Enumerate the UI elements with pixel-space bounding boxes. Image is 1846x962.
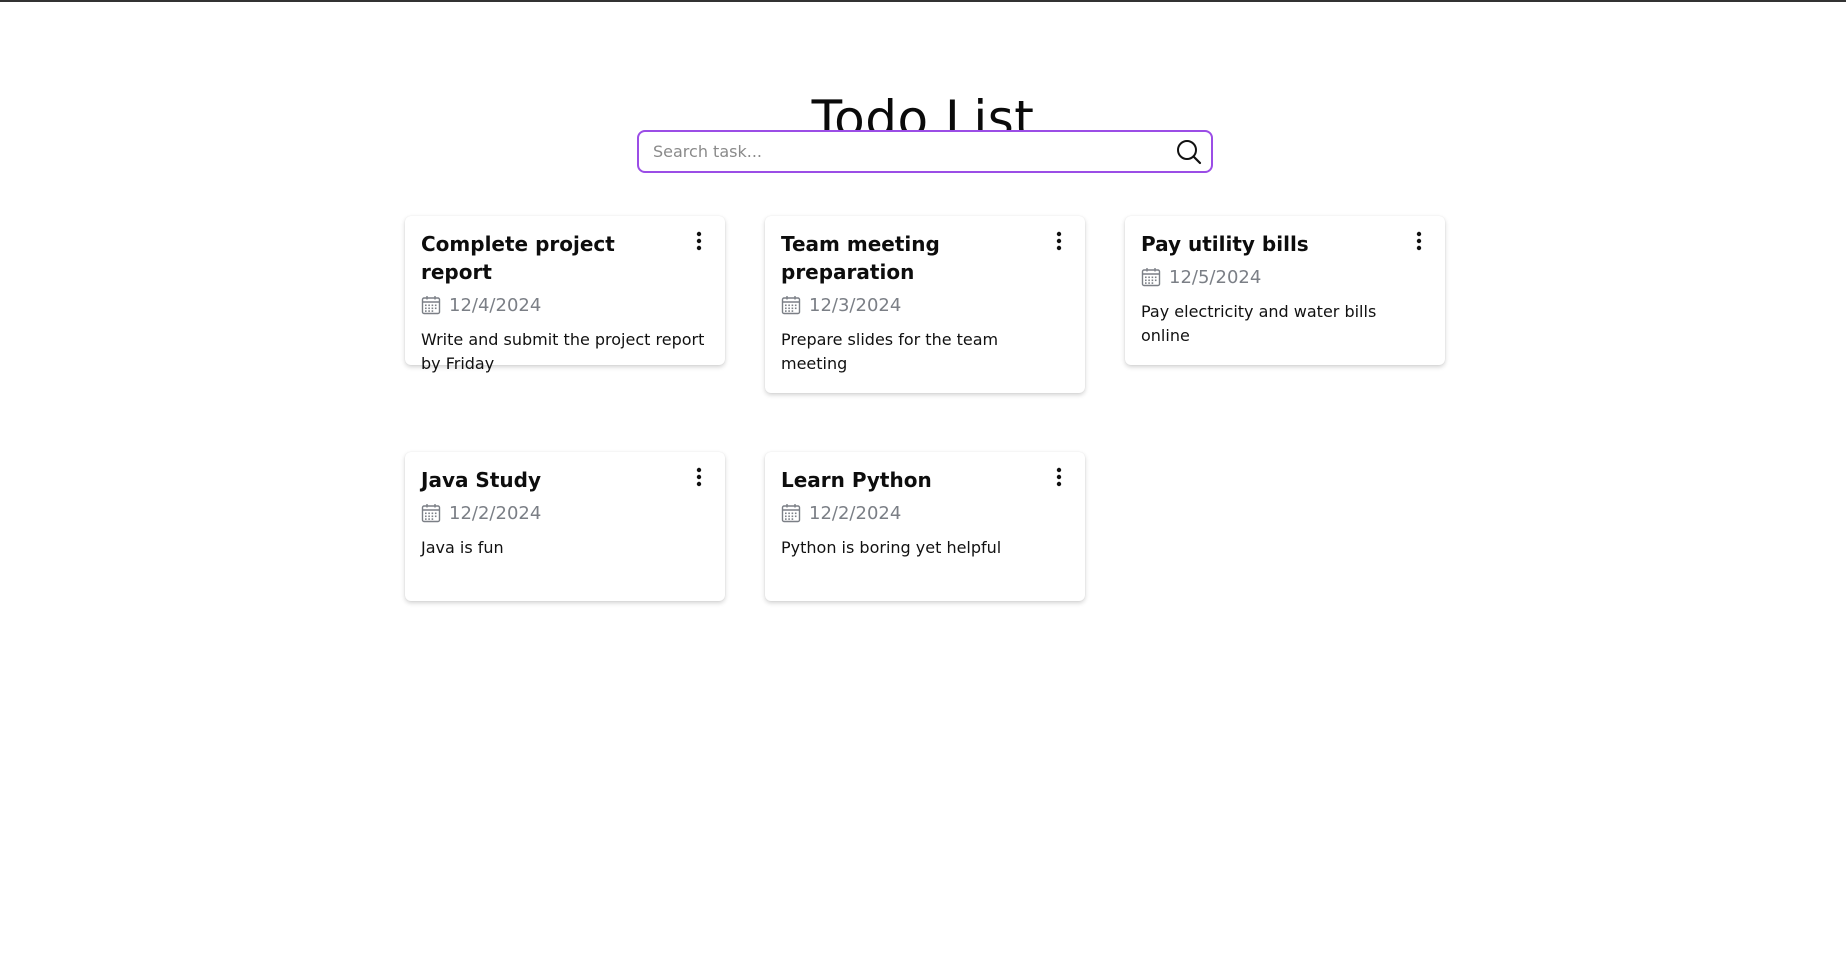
task-description: Write and submit the project report by F… <box>421 330 705 373</box>
calendar-icon <box>1141 268 1161 287</box>
task-title: Learn Python <box>781 468 932 492</box>
top-border <box>0 0 1846 2</box>
task-date-row: 12/4/2024 <box>421 294 709 316</box>
more-vertical-icon[interactable] <box>1051 466 1067 490</box>
search-input[interactable] <box>653 132 1153 171</box>
task-card[interactable]: Team meeting preparation 12/3/2024 Prepa… <box>765 216 1085 393</box>
calendar-icon <box>421 296 441 315</box>
task-description: Python is boring yet helpful <box>781 538 1002 557</box>
task-description: Prepare slides for the team meeting <box>781 330 999 373</box>
task-date-row: 12/5/2024 <box>1141 266 1429 288</box>
task-card[interactable]: Learn Python 12/2/2024 Python is boring … <box>765 452 1085 601</box>
task-card[interactable]: Java Study 12/2/2024 Java is fun <box>405 452 725 601</box>
task-card[interactable]: Complete project report 12/4/2024 Write … <box>405 216 725 373</box>
task-date: 12/2/2024 <box>449 502 542 524</box>
task-title: Pay utility bills <box>1141 232 1309 256</box>
task-date: 12/2/2024 <box>809 502 902 524</box>
task-date: 12/3/2024 <box>809 294 902 316</box>
more-vertical-icon[interactable] <box>691 230 707 254</box>
task-title: Team meeting preparation <box>781 232 940 284</box>
task-date-row: 12/2/2024 <box>781 502 1069 524</box>
more-vertical-icon[interactable] <box>1051 230 1067 254</box>
more-vertical-icon[interactable] <box>691 466 707 490</box>
search-icon[interactable] <box>1175 138 1203 166</box>
task-card[interactable]: Pay utility bills 12/5/2024 Pay electric… <box>1125 216 1445 365</box>
calendar-icon <box>421 504 441 523</box>
calendar-icon <box>781 296 801 315</box>
task-date-row: 12/2/2024 <box>421 502 709 524</box>
task-title: Complete project report <box>421 232 615 284</box>
task-description: Java is fun <box>421 538 504 557</box>
more-vertical-icon[interactable] <box>1411 230 1427 254</box>
search-box <box>637 130 1213 173</box>
calendar-icon <box>781 504 801 523</box>
task-date-row: 12/3/2024 <box>781 294 1069 316</box>
task-date: 12/4/2024 <box>449 294 542 316</box>
task-title: Java Study <box>421 468 541 492</box>
task-description: Pay electricity and water bills online <box>1141 302 1377 345</box>
task-date: 12/5/2024 <box>1169 266 1262 288</box>
